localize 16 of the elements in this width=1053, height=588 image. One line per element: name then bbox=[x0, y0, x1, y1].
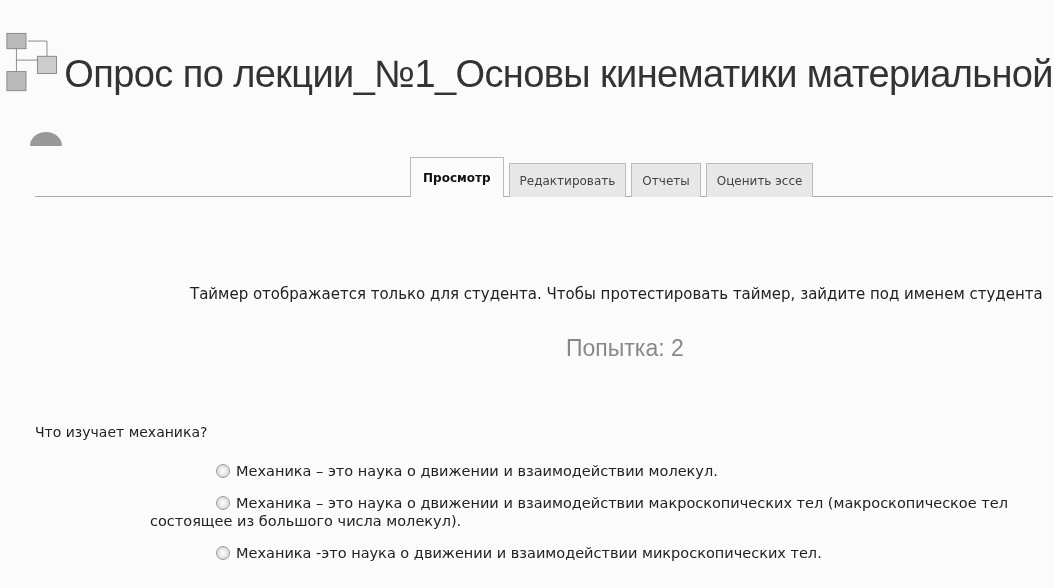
user-icon bbox=[30, 132, 62, 146]
timer-notice: Таймер отображается только для студента. Чтобы протестировать таймер, зайдите под именем студента bbox=[190, 285, 1044, 303]
tab[interactable]: Просмотр bbox=[410, 157, 504, 197]
radio-button[interactable] bbox=[216, 496, 230, 510]
tab[interactable]: Редактировать bbox=[508, 163, 627, 197]
attempt-label: Попытка: 2 bbox=[566, 335, 685, 362]
radio-button[interactable] bbox=[216, 464, 230, 478]
option-text: Механика -это наука о движении и взаимодействии микроскопических тел. bbox=[236, 544, 822, 562]
question-text: Что изучает механика? bbox=[35, 424, 209, 440]
option-text: Механика – это наука о движении и взаимодействии макроскопических тел (макроскопическое тел bbox=[236, 494, 1008, 512]
option-text: состоящее из большого числа молекул). bbox=[150, 512, 462, 530]
tab[interactable]: Оценить эссе bbox=[705, 163, 814, 197]
page-title: Опрос по лекции_№1_Основы кинематики материальной bbox=[64, 53, 1053, 96]
option-text: Механика – это наука о движении и взаимодействии молекул. bbox=[236, 462, 718, 480]
radio-button[interactable] bbox=[216, 546, 230, 560]
tab[interactable]: Отчеты bbox=[631, 163, 701, 197]
